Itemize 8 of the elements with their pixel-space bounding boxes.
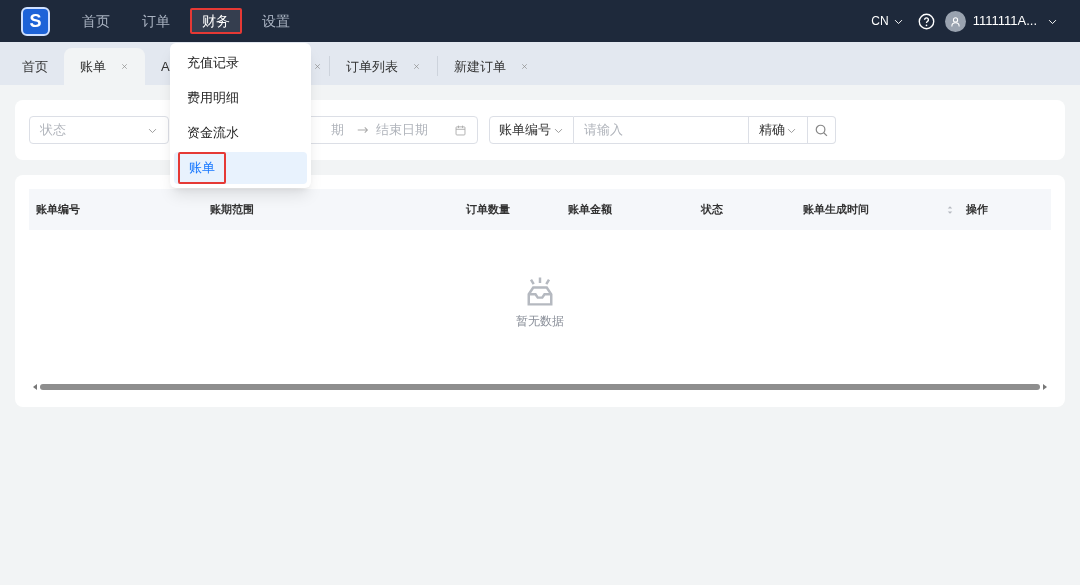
column-header: 账期范围 (210, 202, 254, 218)
column-header: 账单编号 (36, 202, 80, 218)
column-header: 账单金额 (568, 202, 612, 218)
column-header: 订单数量 (466, 202, 510, 218)
empty-text: 暂无数据 (516, 313, 564, 330)
column-header: 操作 (966, 202, 988, 218)
column-header: 状态 (701, 202, 723, 218)
column-header: 账单生成时间 (803, 202, 869, 218)
